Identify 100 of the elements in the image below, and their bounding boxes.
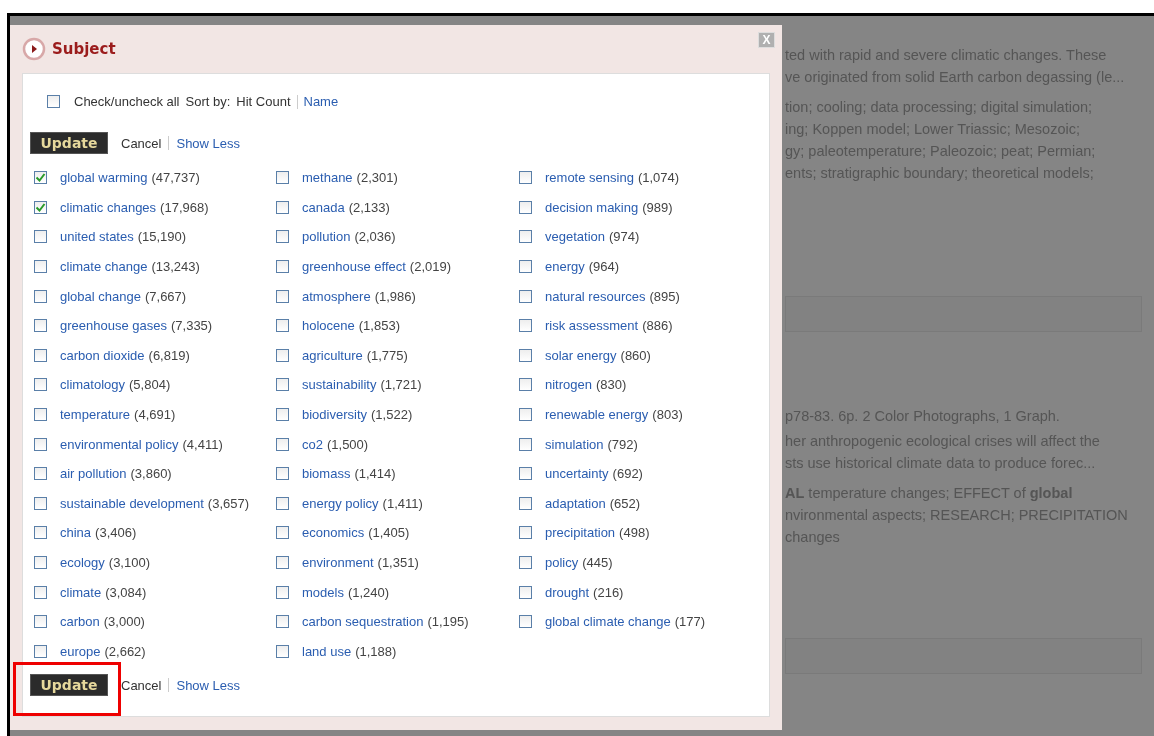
subject-checkbox[interactable]: [34, 348, 47, 362]
subject-link[interactable]: biodiversity: [302, 407, 368, 423]
subject-link[interactable]: carbon sequestration: [302, 614, 424, 630]
subject-checkbox[interactable]: [276, 644, 289, 658]
subject-link[interactable]: climate: [60, 584, 102, 600]
subject-checkbox[interactable]: [519, 200, 532, 214]
subject-checkbox[interactable]: [276, 408, 289, 422]
subject-link[interactable]: sustainable development: [60, 495, 204, 511]
subject-checkbox[interactable]: [519, 615, 532, 629]
subject-link[interactable]: china: [60, 525, 92, 541]
subject-checkbox[interactable]: [34, 526, 47, 540]
subject-checkbox[interactable]: [276, 467, 289, 481]
subject-link[interactable]: models: [302, 584, 344, 600]
subject-checkbox[interactable]: [34, 260, 47, 274]
subject-checkbox[interactable]: [34, 615, 47, 629]
subject-link[interactable]: global climate change: [545, 614, 671, 630]
show-less-link[interactable]: Show Less: [176, 135, 241, 151]
subject-checkbox[interactable]: [276, 437, 289, 451]
subject-link[interactable]: nitrogen: [545, 377, 592, 393]
subject-link[interactable]: risk assessment: [545, 318, 639, 334]
show-less-link[interactable]: Show Less: [176, 677, 241, 693]
subject-checkbox[interactable]: [519, 230, 532, 244]
play-circle-icon[interactable]: [22, 37, 46, 61]
subject-checkbox[interactable]: [34, 200, 47, 214]
subject-checkbox[interactable]: [276, 289, 289, 303]
subject-checkbox[interactable]: [34, 230, 47, 244]
subject-link[interactable]: precipitation: [545, 525, 616, 541]
subject-link[interactable]: united states: [60, 229, 134, 245]
subject-checkbox[interactable]: [34, 496, 47, 510]
subject-link[interactable]: europe: [60, 643, 101, 659]
subject-checkbox[interactable]: [276, 585, 289, 599]
subject-checkbox[interactable]: [519, 437, 532, 451]
subject-link[interactable]: atmosphere: [302, 288, 371, 304]
subject-checkbox[interactable]: [276, 496, 289, 510]
subject-checkbox[interactable]: [34, 437, 47, 451]
subject-link[interactable]: vegetation: [545, 229, 605, 245]
subject-checkbox[interactable]: [34, 644, 47, 658]
subject-checkbox[interactable]: [519, 496, 532, 510]
subject-checkbox[interactable]: [276, 348, 289, 362]
subject-checkbox[interactable]: [276, 378, 289, 392]
subject-link[interactable]: energy policy: [302, 495, 379, 511]
subject-link[interactable]: biomass: [302, 466, 351, 482]
subject-link[interactable]: greenhouse effect: [302, 259, 406, 275]
subject-checkbox[interactable]: [34, 585, 47, 599]
update-button[interactable]: Update: [30, 132, 108, 154]
subject-link[interactable]: economics: [302, 525, 365, 541]
subject-checkbox[interactable]: [276, 319, 289, 333]
subject-checkbox[interactable]: [34, 556, 47, 569]
subject-link[interactable]: simulation: [545, 436, 604, 452]
subject-checkbox[interactable]: [519, 378, 532, 392]
subject-link[interactable]: environment: [302, 555, 374, 570]
subject-checkbox[interactable]: [34, 378, 47, 392]
subject-link[interactable]: environmental policy: [60, 436, 179, 452]
check-all-checkbox[interactable]: [47, 95, 60, 108]
subject-link[interactable]: pollution: [302, 229, 351, 245]
subject-link[interactable]: global warming: [60, 170, 148, 186]
subject-checkbox[interactable]: [34, 408, 47, 422]
subject-link[interactable]: drought: [545, 584, 590, 600]
subject-checkbox[interactable]: [519, 348, 532, 362]
subject-checkbox[interactable]: [519, 526, 532, 540]
subject-link[interactable]: uncertainty: [545, 466, 609, 482]
subject-link[interactable]: carbon: [60, 614, 100, 630]
subject-link[interactable]: solar energy: [545, 347, 617, 363]
subject-link[interactable]: climatic changes: [60, 199, 157, 215]
subject-checkbox[interactable]: [276, 615, 289, 629]
subject-checkbox[interactable]: [519, 171, 532, 185]
subject-link[interactable]: global change: [60, 288, 141, 304]
subject-link[interactable]: natural resources: [545, 288, 646, 304]
subject-checkbox[interactable]: [34, 467, 47, 481]
subject-checkbox[interactable]: [276, 260, 289, 274]
subject-checkbox[interactable]: [276, 171, 289, 185]
subject-checkbox[interactable]: [519, 260, 532, 274]
subject-checkbox[interactable]: [519, 585, 532, 599]
subject-link[interactable]: adaptation: [545, 495, 606, 511]
subject-checkbox[interactable]: [519, 556, 532, 569]
subject-link[interactable]: remote sensing: [545, 170, 634, 186]
cancel-link[interactable]: Cancel: [121, 135, 162, 151]
subject-link[interactable]: ecology: [60, 555, 105, 570]
subject-checkbox[interactable]: [276, 230, 289, 244]
subject-link[interactable]: air pollution: [60, 466, 127, 482]
subject-link[interactable]: policy: [545, 555, 579, 570]
subject-link[interactable]: holocene: [302, 318, 355, 334]
subject-checkbox[interactable]: [276, 526, 289, 540]
subject-link[interactable]: land use: [302, 643, 352, 659]
update-button[interactable]: Update: [30, 674, 108, 697]
subject-link[interactable]: temperature: [60, 407, 131, 423]
subject-checkbox[interactable]: [519, 319, 532, 333]
subject-checkbox[interactable]: [276, 200, 289, 214]
subject-link[interactable]: renewable energy: [545, 407, 649, 423]
subject-checkbox[interactable]: [519, 467, 532, 481]
subject-link[interactable]: methane: [302, 170, 353, 186]
subject-checkbox[interactable]: [34, 171, 47, 185]
subject-checkbox[interactable]: [34, 319, 47, 333]
sort-option[interactable]: Name: [303, 94, 339, 109]
subject-link[interactable]: climate change: [60, 259, 148, 275]
subject-link[interactable]: carbon dioxide: [60, 347, 145, 363]
subject-checkbox[interactable]: [34, 289, 47, 303]
subject-link[interactable]: decision making: [545, 199, 639, 215]
subject-checkbox[interactable]: [519, 289, 532, 303]
subject-link[interactable]: co2: [302, 436, 323, 452]
